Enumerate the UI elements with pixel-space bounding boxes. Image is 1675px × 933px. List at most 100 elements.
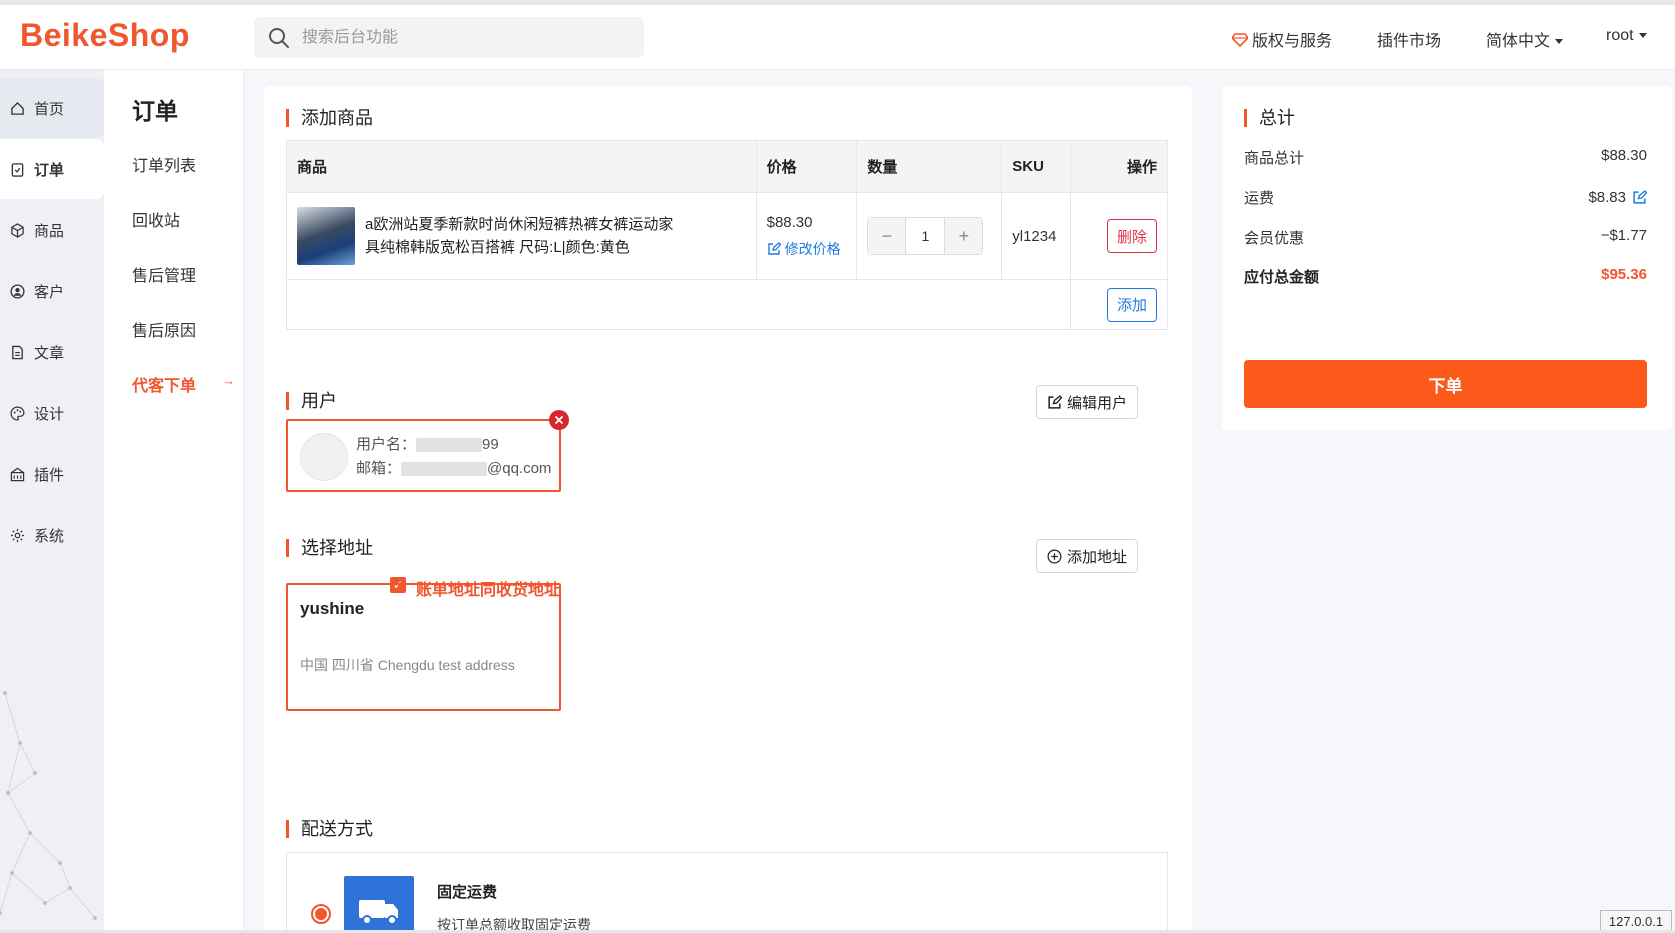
search-input[interactable] (302, 17, 632, 58)
quantity-input[interactable]: 1 (905, 218, 946, 254)
language-dropdown[interactable]: 简体中文 (1486, 27, 1564, 51)
sidebar-item-products[interactable]: 商品 (0, 200, 104, 260)
sidebar-item-design[interactable]: 设计 (0, 383, 104, 443)
shipping-method-option[interactable]: 固定运费 按订单总额收取固定运费 (286, 852, 1168, 933)
redacted-text (401, 462, 488, 477)
section-title-address: 选择地址 (286, 539, 373, 557)
actions-cell: 删除 (1070, 192, 1168, 280)
order-form-card: 添加商品 商品 价格 数量 SKU 操作 a欧洲站夏季新款时尚休闲短裤热裤女裤运… (264, 86, 1192, 933)
address-card[interactable]: yushine 中国 四川省 Chengdu test address (286, 583, 561, 711)
table-row: a欧洲站夏季新款时尚休闲短裤热裤女裤运动家具纯棉韩版宽松百搭裤 尺码:L|颜色:… (286, 192, 1168, 280)
submenu-item-order-list[interactable]: 订单列表 (132, 152, 196, 176)
user-card[interactable]: 用户名： 99 邮箱： @qq.com (286, 419, 561, 492)
logo[interactable]: BeikeShop (20, 17, 190, 54)
total-label: 应付总金额 (1244, 269, 1320, 286)
quantity-stepper: − 1 + (867, 217, 984, 255)
close-icon (555, 416, 563, 424)
sidebar-item-orders[interactable]: 订单 (0, 139, 104, 199)
price-cell: $88.30 修改价格 (755, 192, 858, 280)
edit-user-label: 编辑用户 (1067, 394, 1128, 412)
truck-icon (344, 876, 414, 933)
avatar (300, 433, 348, 481)
sidebar-item-home[interactable]: 首页 (0, 78, 104, 138)
gear-icon (10, 528, 25, 542)
submenu-item-recycle-bin[interactable]: 回收站 (132, 207, 180, 231)
column-header-sku: SKU (1001, 140, 1072, 193)
submenu-title: 订单 (132, 98, 178, 124)
edit-price-link[interactable]: 修改价格 (767, 239, 857, 259)
summary-label: 会员优惠 (1244, 230, 1305, 247)
document-icon (12, 345, 23, 359)
arrow-right-icon: → (222, 373, 235, 388)
summary-row-shipping: 运费 $8.83 (1244, 187, 1647, 208)
sidebar-item-articles[interactable]: 文章 (0, 322, 104, 382)
sidebar-item-label: 文章 (34, 344, 65, 362)
section-title-shipping: 配送方式 (286, 820, 373, 838)
place-order-button[interactable]: 下单 (1244, 360, 1647, 408)
delete-button[interactable]: 删除 (1107, 219, 1157, 253)
edit-price-label: 修改价格 (784, 240, 841, 257)
edit-icon (767, 241, 781, 255)
redacted-text (416, 438, 483, 453)
shipping-radio[interactable] (311, 904, 331, 924)
caret-down-icon (1638, 33, 1647, 39)
summary-row-member-discount: 会员优惠 −$1.77 (1244, 227, 1647, 248)
sidebar-item-label: 首页 (34, 100, 65, 118)
email-value: @qq.com (487, 460, 552, 477)
user-label: root (1606, 27, 1634, 44)
sidebar-item-label: 系统 (34, 527, 65, 545)
plugin-market-link[interactable]: 插件市场 (1377, 27, 1441, 51)
sidebar-item-system[interactable]: 系统 (0, 505, 104, 565)
plugin-icon (10, 467, 25, 481)
edit-icon[interactable] (1632, 190, 1647, 205)
submenu-item-after-sales[interactable]: 售后管理 (132, 262, 196, 286)
summary-row-total: 应付总金额 $95.36 (1244, 266, 1647, 287)
email-line: 邮箱： @qq.com (356, 457, 551, 478)
section-title-add-products: 添加商品 (286, 109, 373, 127)
address-name: yushine (300, 599, 365, 618)
username-value: 99 (482, 436, 499, 453)
product-thumbnail (297, 207, 355, 265)
quantity-cell: − 1 + (856, 192, 1003, 280)
box-icon (11, 222, 24, 238)
column-header-actions: 操作 (1070, 140, 1168, 193)
increment-button[interactable]: + (945, 218, 983, 254)
summary-label: 商品总计 (1244, 150, 1305, 167)
remove-user-button[interactable] (549, 410, 569, 430)
shipping-fee-group: $8.83 (1588, 187, 1647, 208)
add-cell: 添加 (1070, 279, 1168, 330)
top-header: BeikeShop 版权与服务 插件市场 简体中文 root (0, 0, 1675, 70)
email-label: 邮箱： (356, 460, 402, 477)
submenu-item-after-sales-reasons[interactable]: 售后原因 (132, 317, 196, 341)
edit-icon (1048, 394, 1062, 409)
add-address-label: 添加地址 (1067, 548, 1128, 566)
main-sidebar: 首页 订单 商品 客户 文章 设计 插件 系统 (0, 70, 104, 933)
license-link[interactable]: 版权与服务 (1230, 27, 1332, 51)
search-box[interactable] (254, 17, 644, 58)
edit-user-button[interactable]: 编辑用户 (1036, 385, 1139, 419)
column-header-product: 商品 (286, 140, 757, 193)
palette-icon (10, 406, 25, 420)
address-detail: 中国 四川省 Chengdu test address (300, 657, 515, 673)
user-dropdown[interactable]: root (1606, 27, 1647, 45)
username-line: 用户名： 99 (356, 433, 499, 454)
section-title-summary: 总计 (1244, 109, 1295, 127)
user-circle-icon (10, 283, 25, 299)
network-decoration (0, 690, 98, 921)
submenu-item-place-order[interactable]: 代客下单 → (132, 372, 235, 396)
summary-value: $88.30 (1601, 147, 1647, 164)
sidebar-item-label: 设计 (34, 405, 65, 423)
add-address-button[interactable]: 添加地址 (1036, 539, 1139, 573)
decrement-button[interactable]: − (868, 218, 906, 254)
summary-value: −$1.77 (1600, 227, 1647, 244)
product-cell: a欧洲站夏季新款时尚休闲短裤热裤女裤运动家具纯棉韩版宽松百搭裤 尺码:L|颜色:… (286, 192, 757, 280)
sidebar-item-customers[interactable]: 客户 (0, 261, 104, 321)
sidebar-item-plugins[interactable]: 插件 (0, 444, 104, 504)
add-product-button[interactable]: 添加 (1107, 287, 1157, 322)
sidebar-item-label: 订单 (34, 161, 65, 179)
sidebar-item-label: 商品 (34, 222, 65, 240)
product-table: 商品 价格 数量 SKU 操作 a欧洲站夏季新款时尚休闲短裤热裤女裤运动家具纯棉… (285, 140, 1168, 330)
summary-row-subtotal: 商品总计 $88.30 (1244, 147, 1647, 168)
table-footer-row: 添加 (285, 279, 1168, 330)
home-icon (11, 101, 24, 115)
